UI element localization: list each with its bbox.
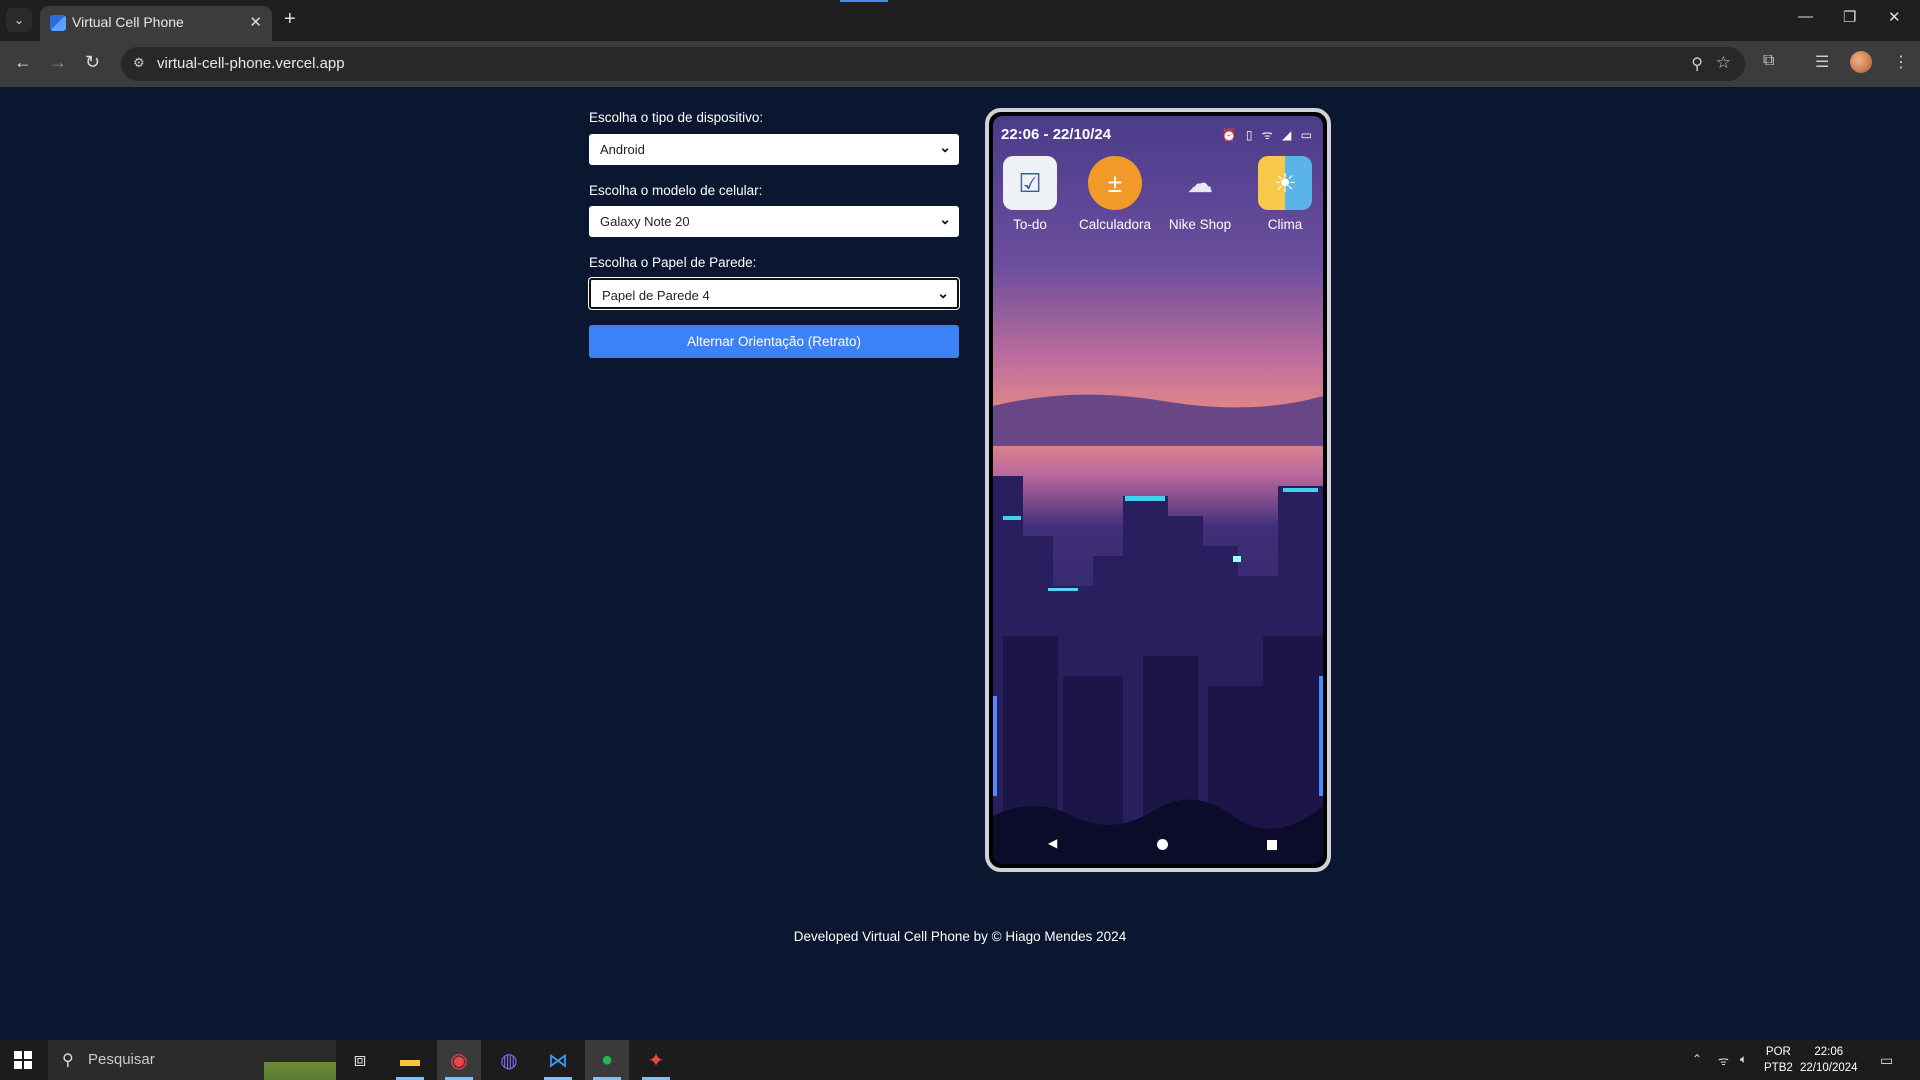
recents-nav-icon[interactable] [1267,840,1277,850]
url-text[interactable]: virtual-cell-phone.vercel.app [157,55,345,72]
task-view-icon[interactable]: ⧈ [338,1040,382,1080]
vscode-icon[interactable]: ⋈ [536,1040,580,1080]
phone-screen: 22:06 - 22/10/24 ⏰ ▯ ᯤ ◢ ▭ ☑ To-do ± Cal… [993,116,1323,864]
app-label: Clima [1267,217,1303,232]
taskbar-search-box[interactable]: ⚲ Pesquisar [48,1040,336,1080]
model-select[interactable]: Galaxy Note 20 ⌄ [589,206,959,237]
status-bar-time: 22:06 - 22/10/24 [1001,126,1112,143]
tab-search-button[interactable]: ⌄ [6,8,32,32]
media-control-icon[interactable]: ☰ [1815,52,1829,72]
restore-icon[interactable]: ❐ [1843,8,1856,26]
app-label: To-do [1013,217,1047,232]
browser-tab[interactable]: Virtual Cell Phone ✕ [40,6,272,41]
model-label: Escolha o modelo de celular: [589,183,763,198]
sneaker-icon: ☁ [1187,167,1213,198]
extensions-icon[interactable]: ⧉ [1763,52,1774,70]
weather-icon: ☀ [1258,156,1312,210]
wallpaper-label: Escolha o Papel de Parede: [589,255,757,270]
tab-title: Virtual Cell Phone [72,14,184,30]
bookmark-star-icon[interactable]: ☆ [1716,53,1731,73]
calculator-icon: ± [1088,156,1142,210]
app-pin-icon[interactable]: ✦ [634,1040,678,1080]
notifications-icon[interactable]: ▭ [1880,1052,1893,1069]
device-type-select[interactable]: Android ⌄ [589,134,959,165]
device-type-label: Escolha o tipo de dispositivo: [589,110,764,125]
status-bar-icons: ⏰ ▯ ᯤ ◢ ▭ [1221,128,1315,142]
app-label: Nike Shop [1168,217,1232,232]
checklist-icon: ☑ [1003,156,1057,210]
browser-toolbar: ← → ↻ ⚙ virtual-cell-phone.vercel.app ⚲ … [0,41,1920,87]
reload-icon[interactable]: ↻ [85,52,100,73]
file-explorer-icon[interactable]: ▬ [388,1040,432,1080]
browser-menu-icon[interactable]: ⋮ [1893,52,1909,72]
app-nike-shop[interactable]: ☁ Nike Shop [1160,156,1240,233]
site-favicon-icon [50,15,66,31]
profile-avatar[interactable] [1850,51,1872,73]
spotify-icon[interactable]: ● [585,1040,629,1080]
clock-date: 22/10/2024 [1800,1062,1858,1074]
device-type-value: Android [600,142,645,157]
network-icon[interactable]: ᯤ [1718,1052,1729,1069]
chevron-down-icon: ⌄ [939,211,951,227]
chevron-down-icon: ⌄ [937,285,949,301]
footer-credit: Developed Virtual Cell Phone by © Hiago … [793,929,1127,944]
language-code: POR [1765,1046,1791,1058]
chrome-icon[interactable]: ◉ [437,1040,481,1080]
loading-indicator [840,0,888,2]
search-icon: ⚲ [62,1052,74,1069]
window-close-icon[interactable]: ✕ [1888,8,1901,26]
discord-icon[interactable]: ◍ [487,1040,531,1080]
windows-taskbar: ⚲ Pesquisar ⧈ ▬ ◉ ◍ ⋈ ● ✦ ⌃ ᯤ 🔈︎ POR PTB… [0,1040,1920,1080]
app-clima[interactable]: ☀ Clima [1245,156,1323,232]
minimize-icon[interactable]: — [1798,8,1813,25]
new-tab-button[interactable]: + [284,8,296,31]
browser-tab-bar: ⌄ Virtual Cell Phone ✕ + — ❐ ✕ [0,0,1920,41]
volume-icon[interactable]: 🔈︎ [1740,1052,1747,1067]
site-settings-icon[interactable]: ⚙ [133,55,145,71]
model-value: Galaxy Note 20 [600,214,690,229]
wallpaper-select[interactable]: Papel de Parede 4 ⌄ [589,278,959,309]
app-todo[interactable]: ☑ To-do [993,156,1070,232]
toggle-orientation-button[interactable]: Alternar Orientação (Retrato) [589,325,959,358]
virtual-phone: 22:06 - 22/10/24 ⏰ ▯ ᯤ ◢ ▭ ☑ To-do ± Cal… [985,108,1331,872]
app-calculator[interactable]: ± Calculadora [1075,156,1155,232]
search-highlight-image [264,1040,336,1080]
windows-start-icon[interactable] [14,1051,32,1069]
taskbar-search-placeholder: Pesquisar [88,1051,155,1068]
home-nav-icon[interactable] [1157,839,1168,850]
close-tab-icon[interactable]: ✕ [249,13,262,31]
forward-icon[interactable]: → [49,52,67,73]
taskbar-clock[interactable]: 22:06 22/10/2024 [1800,1044,1858,1076]
back-icon[interactable]: ← [14,52,32,73]
chevron-down-icon: ⌄ [939,139,951,155]
keyboard-layout: PTB2 [1764,1062,1793,1074]
back-nav-icon[interactable]: ◀ [1048,836,1057,850]
tray-chevron-up-icon[interactable]: ⌃ [1692,1052,1702,1066]
zoom-icon[interactable]: ⚲ [1691,54,1703,74]
clock-time: 22:06 [1814,1046,1844,1058]
address-bar[interactable]: ⚙ virtual-cell-phone.vercel.app ⚲ ☆ [121,47,1745,81]
language-indicator[interactable]: POR PTB2 [1764,1044,1793,1076]
app-label: Calculadora [1078,217,1152,232]
wallpaper-value: Papel de Parede 4 [602,288,710,303]
